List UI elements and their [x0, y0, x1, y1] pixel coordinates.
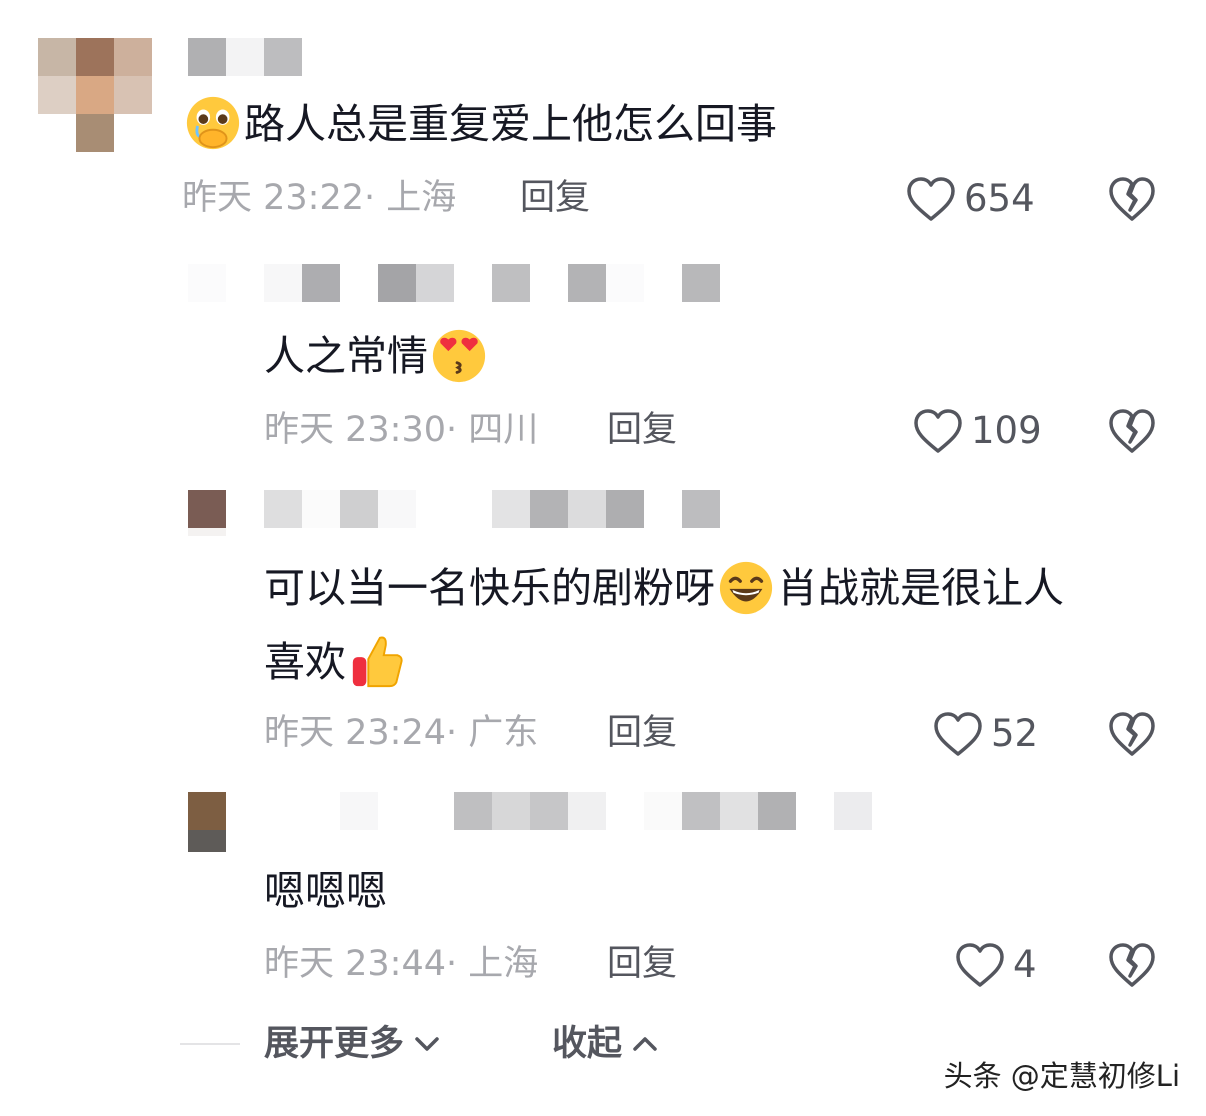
- username-pixelated[interactable]: [264, 264, 720, 302]
- comment-text-body: 嗯嗯嗯: [264, 867, 387, 915]
- comment-time: 昨天 23:30: [264, 410, 446, 450]
- comment-meta: 昨天 23:44· 上海: [264, 942, 538, 986]
- watermark: 头条 @定慧初修Li: [943, 1059, 1180, 1093]
- comment-meta: 昨天 23:24· 广东: [264, 711, 538, 755]
- like-button[interactable]: 654: [906, 176, 1035, 222]
- username-pixelated[interactable]: [188, 38, 302, 76]
- comment-text-body: 可以当一名快乐的剧粉呀: [264, 564, 715, 612]
- heart-icon: [956, 943, 1004, 987]
- comment-text-line2: 喜欢: [264, 626, 408, 698]
- comment-time: 昨天 23:24: [264, 713, 446, 753]
- expand-more-label: 展开更多: [264, 1024, 405, 1064]
- avatar[interactable]: [188, 792, 226, 854]
- comment-text-body-continued: 肖战就是很让人: [777, 564, 1064, 612]
- comment-text: 可以当一名快乐的剧粉呀 肖战就是很让人: [264, 552, 1064, 624]
- like-count: 4: [1013, 943, 1037, 986]
- avatar[interactable]: [188, 490, 226, 552]
- reply-button[interactable]: 回复: [607, 408, 677, 452]
- comment-location: 广东: [468, 713, 539, 753]
- avatar[interactable]: [38, 38, 152, 152]
- separator-dot: ·: [364, 178, 387, 218]
- username-pixelated[interactable]: [264, 792, 872, 830]
- comment-text: 嗯嗯嗯: [264, 855, 387, 927]
- like-count: 654: [964, 177, 1035, 220]
- reply-button[interactable]: 回复: [520, 176, 590, 220]
- comment-location: 上海: [386, 178, 457, 218]
- reply-button[interactable]: 回复: [607, 942, 677, 986]
- comment-text: 路人总是重复爱上他怎么回事: [182, 88, 777, 160]
- comment-location: 四川: [468, 410, 539, 450]
- chevron-up-icon: [633, 1037, 657, 1051]
- comment-meta: 昨天 23:30· 四川: [264, 408, 538, 452]
- comment-text: 人之常情: [264, 320, 490, 392]
- broken-heart-icon[interactable]: [1108, 176, 1156, 222]
- heart-icon: [907, 177, 955, 221]
- comment-meta: 昨天 23:22· 上海: [182, 176, 456, 220]
- heart-icon: [914, 409, 962, 453]
- collapse-button[interactable]: 收起: [552, 1022, 658, 1066]
- comment-text-body: 人之常情: [264, 332, 428, 380]
- comment-location: 上海: [468, 944, 539, 984]
- broken-heart-icon[interactable]: [1108, 711, 1156, 757]
- comment-text-body-line2: 喜欢: [264, 638, 346, 686]
- like-count: 52: [991, 712, 1039, 755]
- divider-line: [180, 1043, 240, 1045]
- separator-dot: ·: [446, 410, 469, 450]
- grinning-face-icon: [719, 561, 773, 615]
- broken-heart-icon[interactable]: [1108, 408, 1156, 454]
- comment-time: 昨天 23:22: [182, 178, 364, 218]
- like-button[interactable]: 109: [913, 408, 1042, 454]
- expand-more-button[interactable]: 展开更多: [264, 1022, 440, 1066]
- chevron-down-icon: [415, 1037, 439, 1051]
- kissing-heart-eyes-icon: [432, 329, 486, 383]
- reply-button[interactable]: 回复: [607, 711, 677, 755]
- pleading-hands-icon: [186, 96, 240, 150]
- collapse-label: 收起: [552, 1024, 623, 1064]
- broken-heart-icon[interactable]: [1108, 942, 1156, 988]
- heart-icon: [934, 712, 982, 756]
- comment-text-body: 路人总是重复爱上他怎么回事: [244, 100, 777, 148]
- like-button[interactable]: 52: [933, 711, 1038, 757]
- username-pixelated[interactable]: [264, 490, 720, 528]
- avatar[interactable]: [188, 264, 226, 302]
- separator-dot: ·: [446, 944, 469, 984]
- separator-dot: ·: [446, 713, 469, 753]
- like-button[interactable]: 4: [955, 942, 1037, 988]
- comment-time: 昨天 23:44: [264, 944, 446, 984]
- like-count: 109: [971, 409, 1042, 452]
- thumbs-up-icon: [352, 636, 403, 688]
